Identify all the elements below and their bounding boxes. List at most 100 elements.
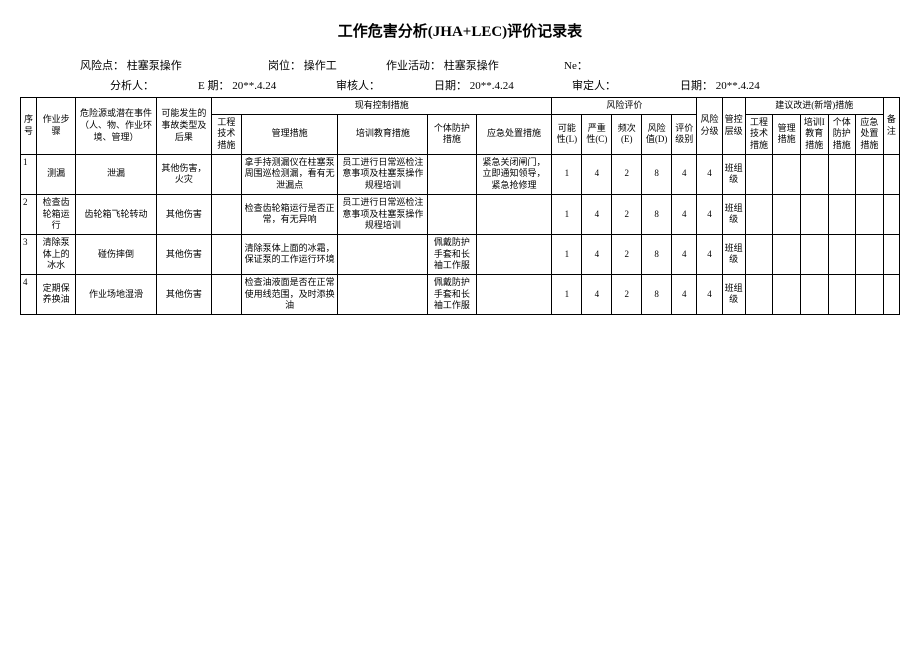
table-cell: 8: [642, 194, 672, 234]
table-cell: 4: [582, 194, 612, 234]
table-cell: 4: [672, 194, 697, 234]
table-cell: [800, 154, 828, 194]
table-body: 1测漏泄漏其他伤害，火灾拿手持测漏仪在柱塞泵周围巡检测漏，看有无泄漏点员工进行日…: [21, 154, 900, 314]
table-cell: 4: [582, 274, 612, 314]
th-note: 备注: [883, 98, 899, 155]
table-cell: 1: [21, 154, 37, 194]
table-cell: 1: [552, 154, 582, 194]
table-cell: [745, 234, 773, 274]
table-cell: [856, 194, 884, 234]
table-cell: [773, 194, 801, 234]
table-cell: [883, 194, 899, 234]
table-cell: [828, 274, 856, 314]
table-cell: [828, 154, 856, 194]
table-cell: 4: [697, 194, 722, 234]
activity-value: 柱塞泵操作: [444, 60, 499, 72]
table-cell: [745, 154, 773, 194]
activity-label: 作业活动：: [386, 60, 441, 72]
date2-label: 日期：: [680, 80, 713, 92]
table-cell: [883, 274, 899, 314]
table-cell: [800, 234, 828, 274]
table-cell: 佩戴防护手套和长袖工作服: [428, 274, 476, 314]
page-title: 工作危害分析(JHA+LEC)评价记录表: [20, 20, 900, 41]
date-e-value: 20**.4.24: [232, 80, 276, 92]
meta-row-1: 风险点： 柱塞泵操作 岗位： 操作工 作业活动： 柱塞泵操作 Ne：: [20, 57, 900, 73]
table-cell: [428, 154, 476, 194]
th-risk-eval: 风险评价: [552, 98, 697, 115]
date1-value: 20**.4.24: [470, 80, 514, 92]
table-cell: [745, 274, 773, 314]
table-cell: [745, 194, 773, 234]
th-grade: 评价级别: [672, 114, 697, 154]
meta-row-2: 分析人： E 期： 20**.4.24 审核人： 日期： 20**.4.24 审…: [20, 77, 900, 93]
table-cell: [883, 154, 899, 194]
table-cell: 员工进行日常巡检注意事项及柱塞泵操作规程培训: [338, 194, 428, 234]
table-cell: [338, 234, 428, 274]
th-mgmt: 管理措施: [241, 114, 338, 154]
table-cell: [211, 234, 241, 274]
date2-value: 20**.4.24: [716, 80, 760, 92]
th-existing: 现有控制措施: [211, 98, 552, 115]
table-cell: [773, 234, 801, 274]
th-hazard: 危险源或潜在事件（人、物、作业环境、管理）: [76, 98, 157, 155]
table-cell: [856, 274, 884, 314]
table-cell: 4: [697, 234, 722, 274]
table-cell: [800, 274, 828, 314]
table-cell: [828, 194, 856, 234]
reviewer-label: 审核人：: [336, 80, 380, 92]
table-cell: 定期保养换油: [37, 274, 76, 314]
table-cell: 8: [642, 274, 672, 314]
th-s-emer: 应急处置措施: [856, 114, 884, 154]
table-cell: [211, 194, 241, 234]
table-cell: 2: [612, 274, 642, 314]
post-value: 操作工: [304, 60, 337, 72]
table-cell: 班组级: [722, 194, 745, 234]
table-cell: 1: [552, 194, 582, 234]
table-cell: 1: [552, 234, 582, 274]
date1-label: 日期：: [434, 80, 467, 92]
table-row: 3清除泵体上的冰水碰伤摔倒其他伤害清除泵体上面的冰霜，保证泵的工作运行环境佩戴防…: [21, 234, 900, 274]
th-suggest: 建议改进(新增)措施: [745, 98, 883, 115]
table-row: 1测漏泄漏其他伤害，火灾拿手持测漏仪在柱塞泵周围巡检测漏，看有无泄漏点员工进行日…: [21, 154, 900, 194]
table-cell: [773, 274, 801, 314]
table-cell: 齿轮箱飞轮转动: [76, 194, 157, 234]
table-cell: 4: [672, 154, 697, 194]
table-cell: 紧急关闭闸门，立即通知领导，紧急抢修理: [476, 154, 552, 194]
table-cell: [828, 234, 856, 274]
th-eng: 工程技术措施: [211, 114, 241, 154]
table-cell: 其他伤害: [156, 234, 211, 274]
table-cell: 2: [612, 194, 642, 234]
table-cell: 碰伤摔倒: [76, 234, 157, 274]
ne-label: Ne：: [564, 60, 588, 72]
table-cell: 4: [582, 154, 612, 194]
th-emer: 应急处置措施: [476, 114, 552, 154]
table-row: 4定期保养换油作业场地湿滑其他伤害检查油液面是否在正常使用线范围，及时添换油佩戴…: [21, 274, 900, 314]
table-cell: 4: [697, 154, 722, 194]
th-accident: 可能发生的事故类型及后果: [156, 98, 211, 155]
table-cell: 其他伤害: [156, 194, 211, 234]
table-cell: 班组级: [722, 274, 745, 314]
table-cell: 2: [612, 234, 642, 274]
table-cell: 清除泵体上的冰水: [37, 234, 76, 274]
table-cell: 班组级: [722, 234, 745, 274]
date-e-label: E 期：: [198, 80, 229, 92]
table-cell: 4: [582, 234, 612, 274]
table-cell: [211, 274, 241, 314]
table-cell: 测漏: [37, 154, 76, 194]
table-cell: 清除泵体上面的冰霜，保证泵的工作运行环境: [241, 234, 338, 274]
th-s-mgmt: 管理措施: [773, 114, 801, 154]
table-cell: 佩戴防护手套和长袖工作服: [428, 234, 476, 274]
risk-point-value: 柱塞泵操作: [127, 60, 182, 72]
table-cell: 班组级: [722, 154, 745, 194]
table-cell: [476, 194, 552, 234]
th-E: 频次(E): [612, 114, 642, 154]
th-risk-cls: 风险分级: [697, 98, 722, 155]
table-cell: 2: [612, 154, 642, 194]
th-ctrl-lvl: 管控层级: [722, 98, 745, 155]
table-cell: 8: [642, 154, 672, 194]
table-row: 2检查齿轮箱运行齿轮箱飞轮转动其他伤害检查齿轮箱运行是否正常，有无异响员工进行日…: [21, 194, 900, 234]
table-cell: [883, 234, 899, 274]
analyst-label: 分析人：: [110, 80, 154, 92]
table-cell: [338, 274, 428, 314]
table-cell: 4: [697, 274, 722, 314]
